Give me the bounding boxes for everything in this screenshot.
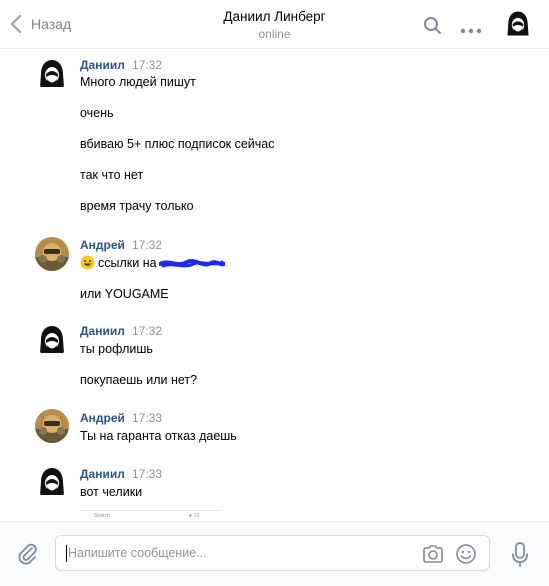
chevron-left-icon (10, 14, 22, 34)
message-text: очень (80, 106, 114, 120)
header-avatar[interactable] (503, 9, 533, 39)
camera-icon[interactable] (422, 544, 444, 569)
message-text: так что нет (80, 168, 144, 182)
message-time: 17:33 (132, 467, 163, 481)
message-text: покупаешь или нет? (80, 373, 198, 387)
message-author[interactable]: Даниил (80, 467, 125, 481)
message-text: Много людей пишут (80, 75, 196, 89)
avatar-daniil[interactable] (35, 465, 69, 499)
chat-header: Назад Даниил Линберг online (0, 0, 549, 49)
message-author[interactable]: Даниил (80, 58, 125, 72)
message-time: 17:32 (132, 58, 163, 72)
message-text: Ты на гаранта отказ даешь (80, 429, 237, 443)
message-text: ссылки на (98, 256, 157, 270)
back-label: Назад (31, 16, 72, 32)
attachment-rating-text: ★ 12 (188, 513, 200, 519)
message-author[interactable]: Андрей (80, 238, 125, 252)
message-author[interactable]: Андрей (80, 411, 125, 425)
text-caret (66, 545, 67, 562)
avatar-daniil[interactable] (35, 57, 69, 91)
avatar-andrey[interactable] (35, 237, 69, 271)
message-composer (0, 521, 549, 586)
message-input-box[interactable] (55, 535, 490, 571)
message-list[interactable]: Даниил 17:32 Много людей пишут очень вби… (0, 49, 549, 521)
message-time: 17:32 (132, 324, 163, 338)
message-text: ты рофлишь (80, 342, 153, 356)
message-text: вот челики (80, 485, 143, 499)
message-text: время трачу только (80, 199, 194, 213)
search-icon[interactable] (423, 16, 442, 40)
smile-emoji-icon (80, 255, 95, 274)
message-input[interactable] (68, 536, 408, 570)
avatar-andrey[interactable] (35, 409, 69, 443)
message-author[interactable]: Даниил (80, 324, 125, 338)
message-line: ссылки на (80, 255, 226, 274)
more-icon[interactable] (460, 21, 482, 39)
message-time: 17:32 (132, 238, 163, 252)
redaction-scribble (157, 258, 226, 274)
attachment-thumbnail[interactable]: Search ★ 12 (80, 510, 220, 521)
message-text: или YOUGAME (80, 287, 169, 301)
avatar-daniil[interactable] (35, 323, 69, 357)
paperclip-icon[interactable] (15, 541, 39, 570)
microphone-icon[interactable] (511, 542, 529, 573)
message-time: 17:33 (132, 411, 163, 425)
message-text: вбиваю 5+ плюс подписок сейчас (80, 137, 275, 151)
back-button[interactable]: Назад (10, 13, 71, 35)
attachment-search-text: Search (94, 513, 110, 519)
emoji-icon[interactable] (455, 543, 477, 570)
